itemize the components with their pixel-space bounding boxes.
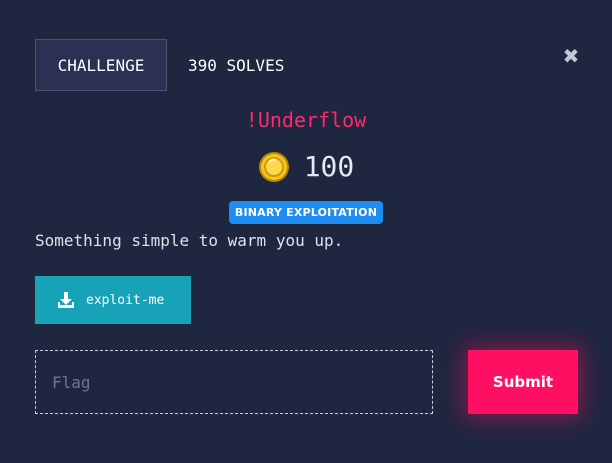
challenge-points: 100 [0, 150, 612, 183]
download-file-button[interactable]: exploit-me [35, 276, 191, 324]
tab-challenge[interactable]: CHALLENGE [35, 39, 167, 91]
close-icon: ✖ [562, 44, 580, 68]
download-file-label: exploit-me [86, 292, 165, 308]
category-badge: BINARY EXPLOITATION [228, 201, 384, 224]
flag-input[interactable] [35, 350, 433, 414]
tab-challenge-label: CHALLENGE [57, 55, 145, 75]
modal-tabs: CHALLENGE 390 SOLVES [35, 39, 284, 91]
category-badge-row: BINARY EXPLOITATION [0, 201, 612, 224]
challenge-modal: CHALLENGE 390 SOLVES ✖ !Underflow 100 BI… [0, 0, 612, 463]
points-value: 100 [303, 150, 355, 183]
challenge-description: Something simple to warm you up. [35, 231, 344, 250]
tab-solves[interactable]: 390 SOLVES [188, 39, 284, 91]
challenge-title: !Underflow [245, 108, 367, 132]
close-button[interactable]: ✖ [561, 44, 581, 68]
tab-solves-label: 390 SOLVES [188, 55, 285, 75]
download-icon [58, 292, 74, 308]
submit-button[interactable]: Submit [468, 350, 578, 414]
coin-icon [258, 151, 289, 182]
